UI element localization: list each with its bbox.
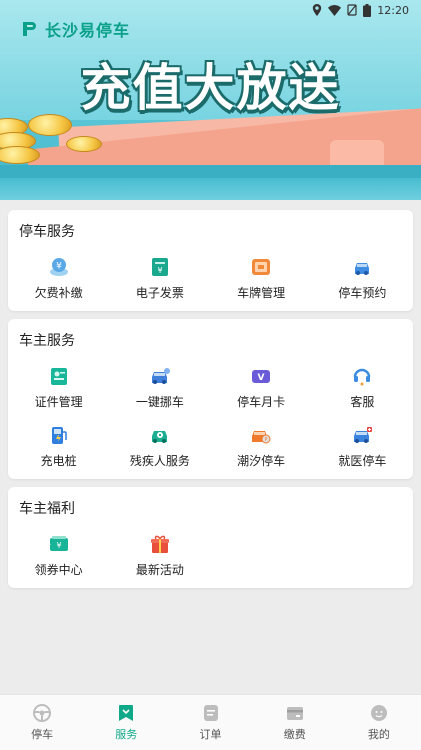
- service-item-label: 充电桩: [40, 454, 77, 468]
- headset-icon: [351, 365, 373, 387]
- yuan-wallet-icon: ¥: [48, 256, 70, 278]
- svg-text:¥: ¥: [56, 262, 62, 272]
- tab-label: 停车: [31, 728, 54, 741]
- no-sim-icon: [347, 4, 357, 16]
- service-item-label: 停车预约: [338, 286, 387, 300]
- coin-icon: [28, 114, 72, 136]
- service-item-invoice[interactable]: ¥ 电子发票: [109, 256, 210, 301]
- owner-benefits-card: 车主福利 ¥ 领券中心 最新活动: [8, 487, 413, 588]
- service-item-plate[interactable]: 车牌管理: [211, 256, 312, 301]
- service-item-reserve[interactable]: 停车预约: [312, 256, 413, 301]
- move-car-icon: [149, 365, 171, 387]
- banner-headline: 充值大放送: [80, 59, 341, 117]
- vip-card-icon: V: [250, 365, 272, 387]
- wifi-icon: [328, 4, 342, 16]
- service-item-coupon-center[interactable]: ¥ 领券中心: [8, 533, 109, 578]
- service-item-label: 就医停车: [338, 454, 387, 468]
- charging-pile-icon: [48, 424, 70, 446]
- battery-icon: [363, 3, 372, 17]
- service-item-label: 欠费补缴: [34, 286, 83, 300]
- license-plate-icon: [250, 256, 272, 278]
- parking-services-card: 停车服务 ¥ 欠费补缴 ¥ 电子发票 车牌管理 停车预约: [8, 210, 413, 311]
- section-title: 车主服务: [19, 333, 75, 349]
- service-item-label: 潮汐停车: [237, 454, 286, 468]
- service-item-label: 领券中心: [34, 563, 83, 577]
- service-content: 停车服务 ¥ 欠费补缴 ¥ 电子发票 车牌管理 停车预约 车主服务 证件管理 一…: [8, 210, 413, 596]
- svg-text:¥: ¥: [56, 541, 61, 550]
- service-item-label: 最新活动: [135, 563, 184, 577]
- owner-services-card: 车主服务 证件管理 一键挪车 V 停车月卡 客服 充电桩 残疾人服务 P 潮汐停…: [8, 319, 413, 479]
- tab-label: 缴费: [283, 728, 306, 741]
- tab-label: 订单: [199, 728, 222, 741]
- svg-text:¥: ¥: [157, 266, 162, 275]
- service-icon: [119, 705, 134, 721]
- service-item-label: 停车月卡: [237, 395, 286, 409]
- service-item-label: 车牌管理: [237, 286, 286, 300]
- medical-car-icon: [351, 424, 373, 446]
- tide-parking-icon: P: [250, 424, 272, 446]
- app-name: 长沙易停车: [45, 21, 131, 40]
- tab-label: 我的: [367, 728, 390, 741]
- service-item-medical-parking[interactable]: 就医停车: [312, 424, 413, 469]
- service-item-customer-service[interactable]: 客服: [312, 365, 413, 410]
- tab-service[interactable]: 服务: [84, 695, 168, 750]
- service-item-label: 一键挪车: [135, 395, 184, 409]
- service-item-arrears[interactable]: ¥ 欠费补缴: [8, 256, 109, 301]
- service-item-label: 证件管理: [34, 395, 83, 409]
- steering-wheel-icon: [33, 704, 52, 722]
- promo-banner[interactable]: 长沙易停车 充值大放送: [0, 0, 421, 200]
- tab-label: 服务: [115, 728, 138, 741]
- svg-text:P: P: [265, 437, 268, 443]
- service-item-move-car[interactable]: 一键挪车: [109, 365, 210, 410]
- status-bar: 12:20: [0, 0, 421, 20]
- section-title: 车主福利: [19, 501, 75, 517]
- app-logo-icon: [23, 22, 36, 36]
- order-icon: [203, 705, 218, 721]
- service-item-label: 客服: [350, 395, 375, 409]
- invoice-icon: ¥: [149, 256, 171, 278]
- tab-parking[interactable]: 停车: [0, 695, 84, 750]
- service-item-latest-events[interactable]: 最新活动: [109, 533, 210, 578]
- gift-icon: [149, 533, 171, 555]
- car-reserve-icon: [351, 256, 373, 278]
- tab-orders[interactable]: 订单: [168, 695, 252, 750]
- service-item-documents[interactable]: 证件管理: [8, 365, 109, 410]
- service-item-tide-parking[interactable]: P 潮汐停车: [211, 424, 312, 469]
- tab-profile[interactable]: 我的: [337, 695, 421, 750]
- coin-icon: [66, 136, 102, 152]
- svg-text:V: V: [258, 373, 265, 383]
- tab-payment[interactable]: 缴费: [253, 695, 337, 750]
- service-item-label: 电子发票: [135, 286, 184, 300]
- service-item-disabled[interactable]: 残疾人服务: [109, 424, 210, 469]
- wheelchair-icon: [149, 424, 171, 446]
- service-item-label: 残疾人服务: [129, 454, 190, 468]
- bottom-tab-bar: 停车 服务 订单 缴费 我的: [0, 694, 421, 750]
- coupon-icon: ¥: [48, 533, 70, 555]
- service-item-charging[interactable]: 充电桩: [8, 424, 109, 469]
- profile-icon: [370, 705, 387, 721]
- app-logo: 长沙易停车: [20, 17, 130, 41]
- id-card-icon: [48, 365, 70, 387]
- section-title: 停车服务: [19, 224, 75, 240]
- service-item-monthly-card[interactable]: V 停车月卡: [211, 365, 312, 410]
- location-icon: [313, 4, 322, 16]
- payment-icon: [286, 707, 303, 720]
- status-time: 12:20: [377, 3, 409, 17]
